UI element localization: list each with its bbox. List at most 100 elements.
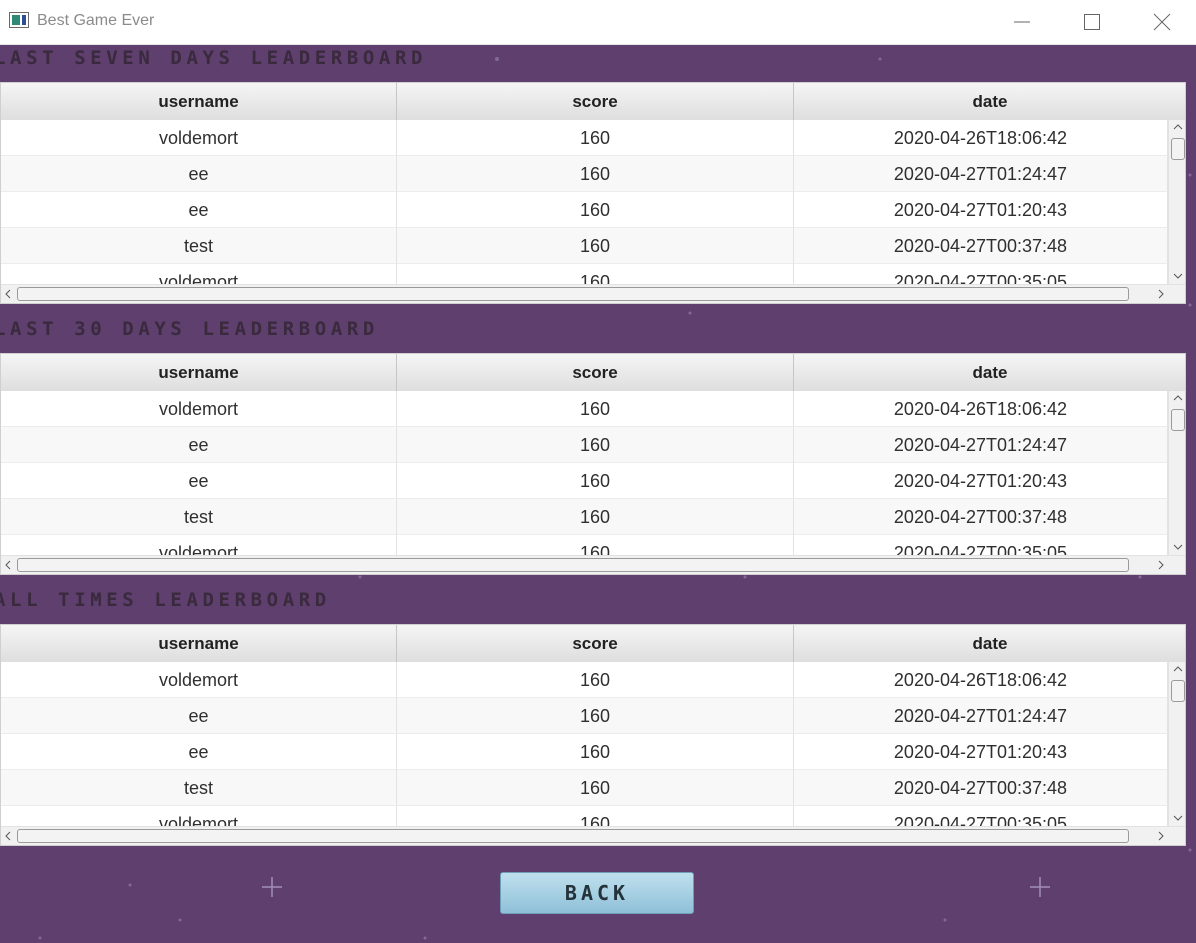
vertical-scroll-thumb[interactable] (1171, 409, 1185, 431)
column-header-username[interactable]: username (1, 83, 397, 120)
username-cell: test (1, 228, 397, 264)
score-cell: 160 (397, 192, 794, 228)
table-header: username score date (1, 83, 1185, 121)
window-titlebar: Best Game Ever (0, 0, 1196, 45)
scroll-down-icon[interactable] (1173, 543, 1183, 551)
column-header-username[interactable]: username (1, 354, 397, 391)
minimize-button[interactable] (987, 0, 1057, 44)
table-row[interactable]: voldemort 160 2020-04-27T00:35:05 (1, 264, 1168, 284)
scroll-left-icon[interactable] (4, 289, 12, 299)
date-cell: 2020-04-27T00:35:05 (794, 806, 1168, 826)
score-cell: 160 (397, 499, 794, 535)
table-row[interactable]: ee 160 2020-04-27T01:24:47 (1, 427, 1168, 463)
date-cell: 2020-04-26T18:06:42 (794, 120, 1168, 156)
date-cell: 2020-04-26T18:06:42 (794, 662, 1168, 698)
table-row[interactable]: test 160 2020-04-27T00:37:48 (1, 228, 1168, 264)
table-body: voldemort 160 2020-04-26T18:06:42 ee 160… (1, 391, 1168, 555)
date-cell: 2020-04-27T01:24:47 (794, 698, 1168, 734)
back-button-label: BACK (564, 881, 630, 905)
scroll-right-icon[interactable] (1157, 560, 1165, 570)
vertical-scrollbar[interactable] (1168, 391, 1185, 555)
table-row[interactable]: ee 160 2020-04-27T01:24:47 (1, 156, 1168, 192)
column-header-score[interactable]: score (397, 625, 794, 662)
column-header-username[interactable]: username (1, 625, 397, 662)
table-row[interactable]: test 160 2020-04-27T00:37:48 (1, 499, 1168, 535)
username-cell: ee (1, 427, 397, 463)
username-cell: voldemort (1, 535, 397, 555)
close-button[interactable] (1127, 0, 1196, 44)
back-button[interactable]: BACK (500, 872, 694, 914)
horizontal-scroll-thumb[interactable] (17, 558, 1129, 572)
column-header-score[interactable]: score (397, 83, 794, 120)
table-row[interactable]: ee 160 2020-04-27T01:24:47 (1, 698, 1168, 734)
username-cell: ee (1, 192, 397, 228)
date-cell: 2020-04-27T00:35:05 (794, 535, 1168, 555)
score-cell: 160 (397, 535, 794, 555)
date-cell: 2020-04-27T00:37:48 (794, 499, 1168, 535)
username-cell: voldemort (1, 391, 397, 427)
scroll-down-icon[interactable] (1173, 272, 1183, 280)
scroll-up-icon[interactable] (1173, 123, 1183, 131)
date-cell: 2020-04-27T00:37:48 (794, 228, 1168, 264)
scroll-left-icon[interactable] (4, 831, 12, 841)
username-cell: test (1, 770, 397, 806)
scroll-left-icon[interactable] (4, 560, 12, 570)
vertical-scroll-thumb[interactable] (1171, 138, 1185, 160)
score-cell: 160 (397, 770, 794, 806)
score-cell: 160 (397, 698, 794, 734)
scroll-down-icon[interactable] (1173, 814, 1183, 822)
table-body: voldemort 160 2020-04-26T18:06:42 ee 160… (1, 662, 1168, 826)
leaderboard-table-seven-days: username score date voldemort 160 2020-0… (0, 82, 1186, 304)
username-cell: ee (1, 463, 397, 499)
horizontal-scrollbar[interactable] (1, 555, 1185, 574)
horizontal-scrollbar[interactable] (1, 284, 1185, 303)
date-cell: 2020-04-27T00:37:48 (794, 770, 1168, 806)
column-header-date[interactable]: date (794, 83, 1185, 120)
table-row[interactable]: voldemort 160 2020-04-27T00:35:05 (1, 806, 1168, 826)
section-title-seven-days: Last Seven Days Leaderboard (0, 47, 428, 69)
score-cell: 160 (397, 156, 794, 192)
score-cell: 160 (397, 427, 794, 463)
leaderboard-table-thirty-days: username score date voldemort 160 2020-0… (0, 353, 1186, 575)
minimize-icon (1014, 21, 1030, 23)
column-header-date[interactable]: date (794, 625, 1185, 662)
section-title-thirty-days: Last 30 Days Leaderboard (0, 318, 379, 340)
scroll-up-icon[interactable] (1173, 394, 1183, 402)
table-row[interactable]: ee 160 2020-04-27T01:20:43 (1, 734, 1168, 770)
username-cell: ee (1, 734, 397, 770)
score-cell: 160 (397, 391, 794, 427)
horizontal-scrollbar[interactable] (1, 826, 1185, 845)
table-row[interactable]: ee 160 2020-04-27T01:20:43 (1, 192, 1168, 228)
vertical-scrollbar[interactable] (1168, 662, 1185, 826)
table-row[interactable]: voldemort 160 2020-04-26T18:06:42 (1, 662, 1168, 698)
table-row[interactable]: voldemort 160 2020-04-27T00:35:05 (1, 535, 1168, 555)
vertical-scrollbar[interactable] (1168, 120, 1185, 284)
username-cell: ee (1, 698, 397, 734)
username-cell: voldemort (1, 120, 397, 156)
table-header: username score date (1, 354, 1185, 392)
table-row[interactable]: ee 160 2020-04-27T01:20:43 (1, 463, 1168, 499)
table-row[interactable]: voldemort 160 2020-04-26T18:06:42 (1, 120, 1168, 156)
table-row[interactable]: test 160 2020-04-27T00:37:48 (1, 770, 1168, 806)
date-cell: 2020-04-27T01:20:43 (794, 192, 1168, 228)
table-header: username score date (1, 625, 1185, 663)
maximize-button[interactable] (1057, 0, 1127, 44)
horizontal-scroll-thumb[interactable] (17, 829, 1129, 843)
date-cell: 2020-04-27T00:35:05 (794, 264, 1168, 284)
close-icon (1153, 13, 1171, 31)
scroll-right-icon[interactable] (1157, 289, 1165, 299)
score-cell: 160 (397, 120, 794, 156)
column-header-score[interactable]: score (397, 354, 794, 391)
username-cell: voldemort (1, 662, 397, 698)
score-cell: 160 (397, 734, 794, 770)
leaderboard-table-all-times: username score date voldemort 160 2020-0… (0, 624, 1186, 846)
score-cell: 160 (397, 806, 794, 826)
leaderboard-screen: Last Seven Days Leaderboard username sco… (0, 45, 1196, 943)
scroll-right-icon[interactable] (1157, 831, 1165, 841)
scroll-up-icon[interactable] (1173, 665, 1183, 673)
score-cell: 160 (397, 662, 794, 698)
horizontal-scroll-thumb[interactable] (17, 287, 1129, 301)
table-row[interactable]: voldemort 160 2020-04-26T18:06:42 (1, 391, 1168, 427)
vertical-scroll-thumb[interactable] (1171, 680, 1185, 702)
column-header-date[interactable]: date (794, 354, 1185, 391)
